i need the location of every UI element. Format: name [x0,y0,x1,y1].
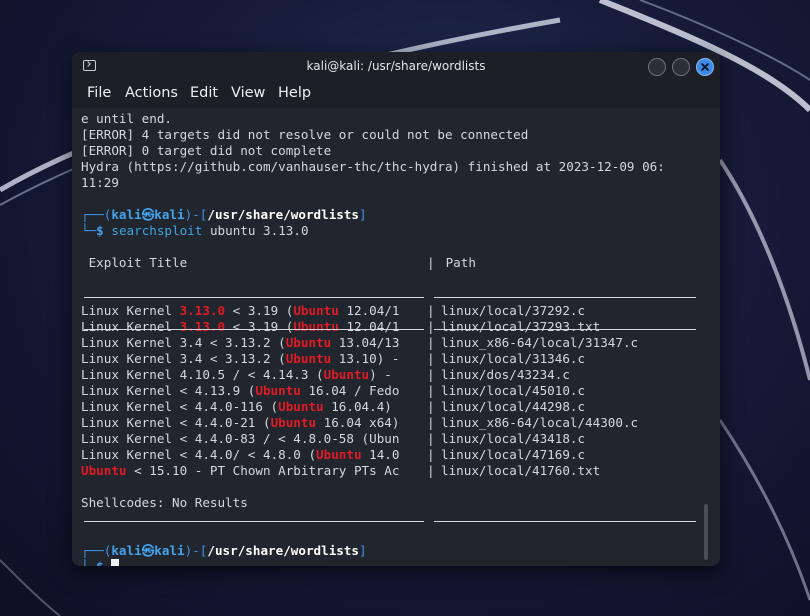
window-title: kali@kali: /usr/share/wordlists [306,59,486,73]
prompt-user: kali [111,207,142,222]
exploit-path: linux/local/41760.txt [441,463,601,478]
table-header: Exploit Title | Path [81,255,476,270]
prompt-cwd: /usr/share/wordlists [207,207,360,222]
exploit-path: linux_x86-64/local/44300.c [441,415,639,430]
terminal-window: kali@kali: /usr/share/wordlists File Act… [72,52,720,566]
table-rule [84,329,424,330]
minimize-button[interactable] [648,58,666,76]
exploit-title: Linux Kernel < 4.4.0-116 (Ubuntu 16.04.4… [81,399,400,414]
command-program: searchsploit [111,223,203,238]
table-row: Linux Kernel < 4.4.0/ < 4.8.0 (Ubuntu 14… [81,447,586,462]
exploit-title: Linux Kernel < 4.4.0-83 / < 4.8.0-58 (Ub… [81,431,400,446]
table-rule [84,297,424,298]
output-line: Hydra (https://github.com/vanhauser-thc/… [81,159,665,174]
table-row: Linux Kernel 3.4 < 3.13.2 (Ubuntu 13.10)… [81,351,586,366]
table-rule [434,521,696,522]
table-row: Linux Kernel 4.10.5 / < 4.14.3 (Ubuntu) … [81,367,570,382]
table-row: Linux Kernel < 4.4.0-83 / < 4.8.0-58 (Ub… [81,431,586,446]
table-row: Linux Kernel 3.4 < 3.13.2 (Ubuntu 13.04/… [81,335,639,350]
exploit-path: linux/local/43418.c [441,431,586,446]
command-line: └─$ searchsploit ubuntu 3.13.0 [81,223,309,238]
exploit-title: Linux Kernel < 4.4.0/ < 4.8.0 (Ubuntu 14… [81,447,400,462]
input-line[interactable]: └─$ [81,559,706,566]
table-rule [84,521,424,522]
table-row: Linux Kernel 3.13.0 < 3.19 (Ubuntu 12.04… [81,303,586,318]
scrollbar[interactable] [704,504,708,560]
table-row: Linux Kernel < 4.4.0-21 (Ubuntu 16.04 x6… [81,415,639,430]
exploit-path: linux/local/44298.c [441,399,586,414]
menu-view[interactable]: View [231,85,265,101]
prompt-line: ┌──(kali㉿kali)-[/usr/share/wordlists] [81,207,367,222]
window-titlebar[interactable]: kali@kali: /usr/share/wordlists [72,52,720,82]
output-line: 11:29 [81,175,119,190]
col-path: Path [438,255,476,270]
prompt-at-icon: ㉿ [141,207,155,222]
table-row: Ubuntu < 15.10 - PT Chown Arbitrary PTs … [81,463,601,478]
terminal-output[interactable]: e until end. [ERROR] 4 targets did not r… [81,111,706,566]
prompt-line: ┌──(kali㉿kali)-[/usr/share/wordlists] [81,543,367,558]
close-button[interactable] [696,58,714,76]
exploit-title: Linux Kernel 4.10.5 / < 4.14.3 (Ubuntu) … [81,367,400,382]
exploit-title: Linux Kernel 3.4 < 3.13.2 (Ubuntu 13.10)… [81,351,400,366]
table-row: Linux Kernel < 4.13.9 (Ubuntu 16.04 / Fe… [81,383,586,398]
output-line: [ERROR] 4 targets did not resolve or cou… [81,127,529,142]
exploit-path: linux/local/37292.c [441,303,586,318]
exploit-path: linux/dos/43234.c [441,367,570,382]
command-args: ubuntu 3.13.0 [209,223,309,238]
exploit-title: Linux Kernel 3.4 < 3.13.2 (Ubuntu 13.04/… [81,335,400,350]
table-row: Linux Kernel < 4.4.0-116 (Ubuntu 16.04.4… [81,399,586,414]
exploit-path: linux_x86-64/local/31347.c [441,335,639,350]
table-rule [434,297,696,298]
exploit-path: linux/local/45010.c [441,383,586,398]
maximize-button[interactable] [672,58,690,76]
exploit-path: linux/local/31346.c [441,351,586,366]
exploit-title: Linux Kernel < 4.4.0-21 (Ubuntu 16.04 x6… [81,415,400,430]
menu-actions[interactable]: Actions [125,85,178,101]
menu-bar: File Actions Edit View Help [72,82,720,108]
text-cursor [111,559,120,566]
shellcodes-line: Shellcodes: No Results [81,495,248,510]
output-line: [ERROR] 0 target did not complete [81,143,332,158]
exploit-path: linux/local/37293.txt [441,319,601,334]
col-exploit-title: Exploit Title [81,255,188,270]
exploit-title: Linux Kernel 3.13.0 < 3.19 (Ubuntu 12.04… [81,303,400,318]
exploit-path: linux/local/47169.c [441,447,586,462]
table-rule [434,329,696,330]
exploit-title: Linux Kernel < 4.13.9 (Ubuntu 16.04 / Fe… [81,383,400,398]
menu-help[interactable]: Help [278,85,311,101]
menu-file[interactable]: File [87,85,111,101]
table-row: Linux Kernel 3.13.0 < 3.19 (Ubuntu 12.04… [81,319,601,334]
output-line: e until end. [81,111,172,126]
prompt-host: kali [154,207,185,222]
menu-edit[interactable]: Edit [190,85,218,101]
prompt-dollar: $ [96,223,104,238]
exploit-title: Ubuntu < 15.10 - PT Chown Arbitrary PTs … [81,463,400,478]
exploit-title: Linux Kernel 3.13.0 < 3.19 (Ubuntu 12.04… [81,319,400,334]
